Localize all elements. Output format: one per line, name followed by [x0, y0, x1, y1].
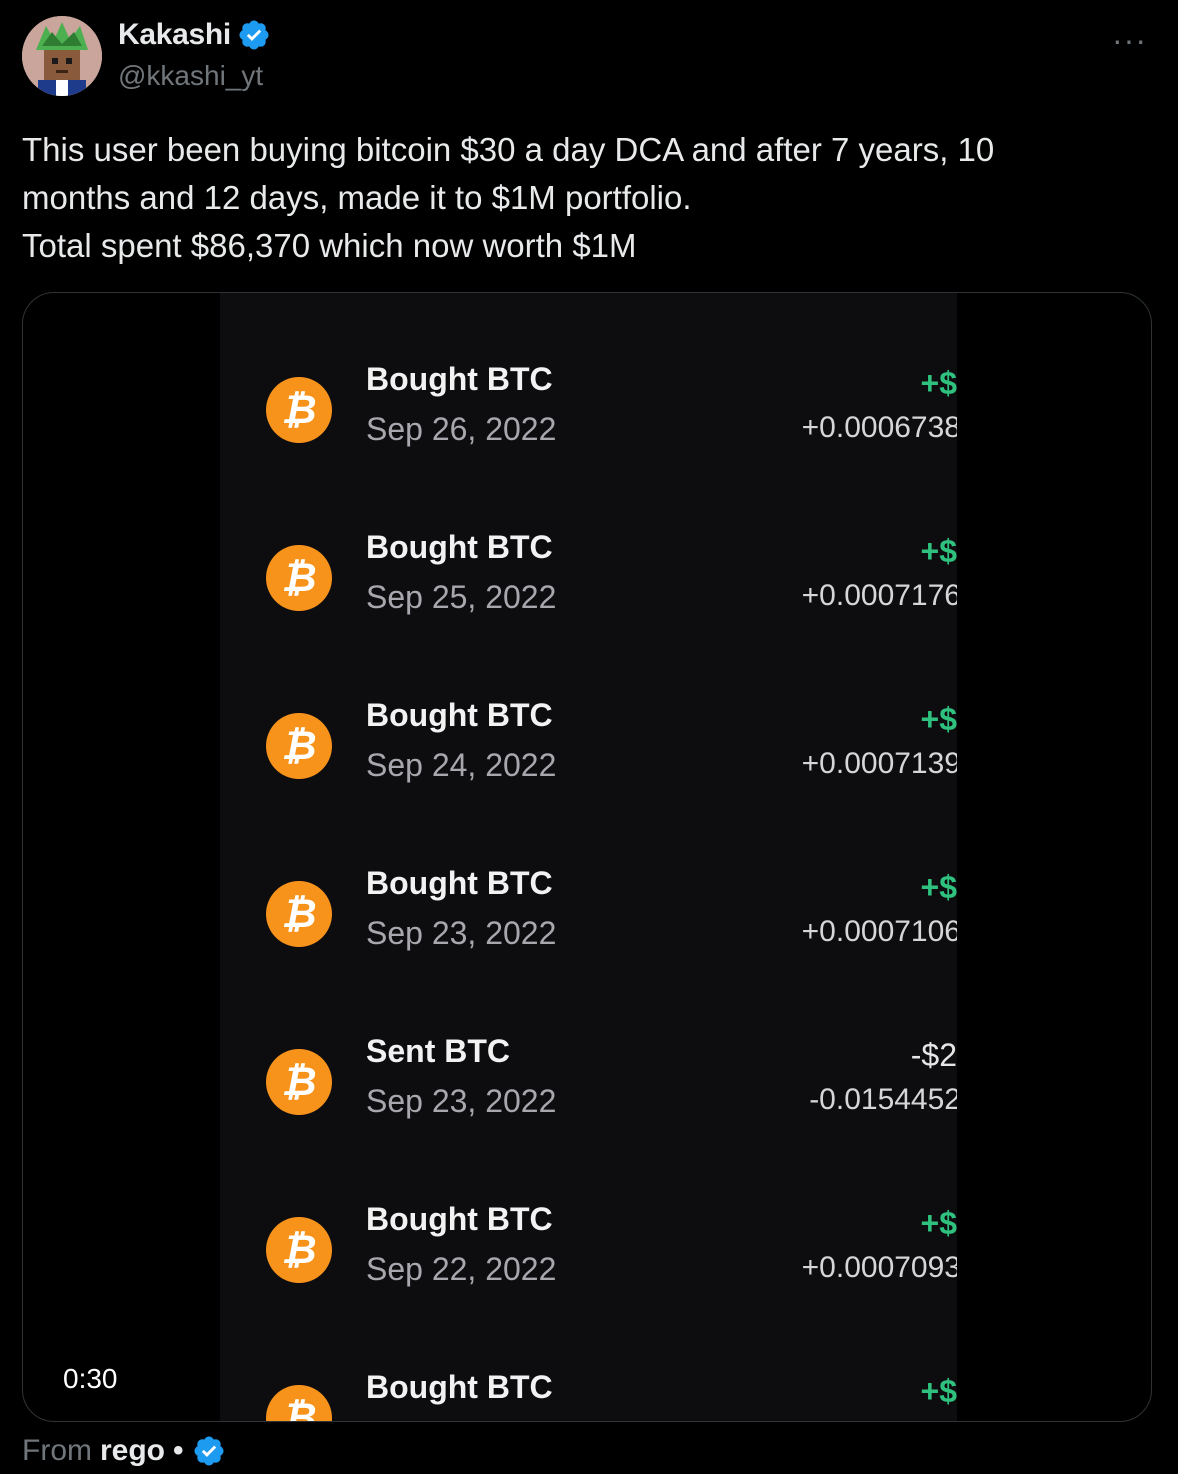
bitcoin-icon: ₿ [266, 1217, 332, 1283]
transaction-row: ₿ Bought BTC Sep 22, 2022 +$ +0.0007093 [220, 1201, 957, 1311]
transaction-date: Sep 26, 2022 [366, 411, 557, 447]
transaction-usd: +$ [920, 1373, 957, 1409]
author-name-row: Kakashi [118, 18, 271, 52]
bitcoin-icon: ₿ [266, 1049, 332, 1115]
tweet-text-line: This user been buying bitcoin $30 a day … [22, 131, 995, 168]
more-horizontal-icon[interactable]: ··· [1112, 22, 1147, 59]
transaction-date: Sep 24, 2022 [366, 747, 557, 783]
transaction-row: ₿ Bought BTC Sep 25, 2022 +$ +0.0007176 [220, 529, 957, 639]
transaction-title: Bought BTC [366, 1201, 553, 1237]
tweet-text-line: months and 12 days, made it to $1M portf… [22, 179, 692, 216]
transaction-date: Sep 23, 2022 [366, 915, 557, 951]
transaction-title: Bought BTC [366, 1369, 553, 1405]
transaction-usd: +$ [920, 365, 957, 401]
bitcoin-icon: ₿ [266, 713, 332, 779]
verified-badge-icon [194, 1436, 224, 1466]
bitcoin-icon: ₿ [266, 377, 332, 443]
transaction-row: ₿ Bought BTC Sep 26, 2022 +$ +0.0006738 [220, 361, 957, 471]
transaction-btc: +0.0006738 [801, 411, 957, 444]
transaction-date: Sep 25, 2022 [366, 579, 557, 615]
transaction-row: ₿ Bought BTC Sep 24, 2022 +$ +0.0007139 [220, 697, 957, 807]
transaction-row: ₿ Bought BTC Sep 23, 2022 +$ +0.0007106 [220, 865, 957, 975]
video-source-attribution: From rego • [22, 1434, 226, 1468]
tweet-text-line: Total spent $86,370 which now worth $1M [22, 227, 637, 264]
source-user-link[interactable]: rego [100, 1434, 165, 1468]
separator-dot: • [173, 1434, 184, 1467]
transaction-btc: +0.0007139 [801, 747, 957, 780]
transaction-title: Bought BTC [366, 865, 553, 901]
transaction-btc: +0.0007106 [801, 915, 957, 948]
transaction-date: Sep 23, 2022 [366, 1083, 557, 1119]
author-display-name[interactable]: Kakashi [118, 18, 231, 52]
transaction-row: ₿ Sent BTC Sep 23, 2022 -$2 -0.0154452 [220, 1033, 957, 1143]
verified-badge-icon [239, 20, 269, 50]
video-timestamp: 0:30 [55, 1361, 126, 1397]
from-label: From [22, 1434, 92, 1467]
bitcoin-icon: ₿ [266, 1385, 332, 1421]
transaction-btc: +0.0007176 [801, 579, 957, 612]
transaction-title: Bought BTC [366, 361, 553, 397]
transaction-usd: +$ [920, 1205, 957, 1241]
transaction-title: Bought BTC [366, 697, 553, 733]
video-player[interactable]: ₿ Bought BTC Sep 26, 2022 +$ +0.0006738 … [22, 292, 1152, 1422]
transaction-usd: +$ [920, 533, 957, 569]
transaction-usd: +$ [920, 869, 957, 905]
bitcoin-icon: ₿ [266, 881, 332, 947]
transaction-usd: +$ [920, 701, 957, 737]
transaction-title: Bought BTC [366, 529, 553, 565]
transaction-row: ₿ Bought BTC +$ [220, 1369, 957, 1421]
author-handle[interactable]: @kkashi_yt [118, 60, 263, 92]
transaction-usd: -$2 [910, 1037, 957, 1073]
tweet-card: Kakashi @kkashi_yt ··· This user been bu… [0, 0, 1178, 1474]
transaction-date: Sep 22, 2022 [366, 1251, 557, 1287]
transaction-title: Sent BTC [366, 1033, 510, 1069]
author-avatar[interactable] [22, 16, 102, 96]
video-frame: ₿ Bought BTC Sep 26, 2022 +$ +0.0006738 … [220, 293, 957, 1421]
tweet-text: This user been buying bitcoin $30 a day … [22, 126, 1142, 270]
bitcoin-icon: ₿ [266, 545, 332, 611]
transaction-btc: +0.0007093 [801, 1251, 957, 1284]
transaction-btc: -0.0154452 [809, 1083, 957, 1116]
